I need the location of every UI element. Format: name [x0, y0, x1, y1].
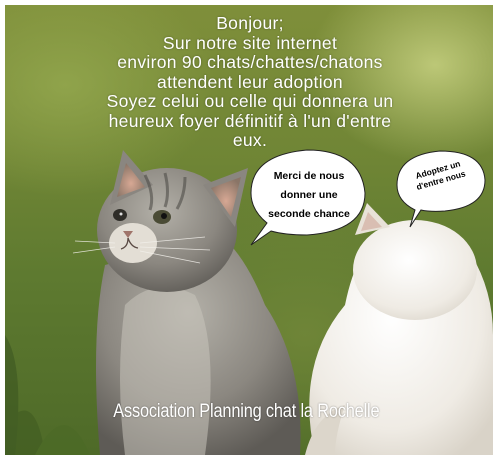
grass-foreground	[5, 335, 90, 455]
headline-line: Soyez celui ou celle qui donnera un	[106, 91, 394, 111]
headline-line: Bonjour;	[216, 13, 284, 33]
bubble-line: donner une	[280, 189, 338, 201]
headline-message: Bonjour; Sur notre site internet environ…	[15, 13, 485, 151]
poster-frame: Bonjour; Sur notre site internet environ…	[5, 5, 493, 455]
headline-line: environ 90 chats/chattes/chatons	[117, 52, 383, 72]
speech-bubble-left-text: Merci de nous donner une seconde chance	[259, 167, 359, 224]
bubble-line: Merci de nous	[273, 170, 345, 182]
bubble-line: seconde chance	[268, 208, 350, 220]
headline-line: eux.	[232, 130, 268, 150]
headline-line: attendent leur adoption	[157, 71, 343, 92]
headline-line: Sur notre site internet	[162, 32, 338, 53]
headline-line: heureux foyer définitif à l'un d'entre	[108, 110, 392, 131]
association-name: Association Planning chat la Rochelle	[113, 401, 380, 422]
